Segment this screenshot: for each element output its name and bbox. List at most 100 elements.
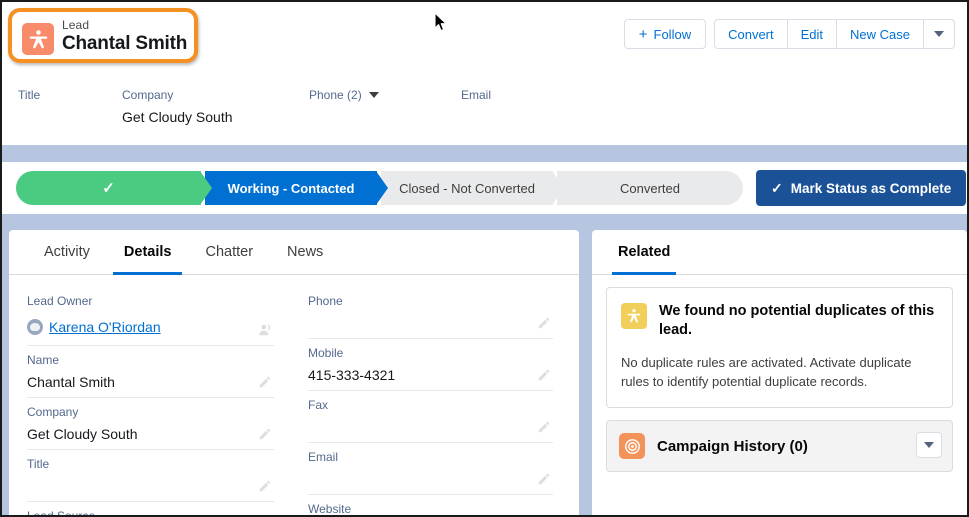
- campaign-history-menu-button[interactable]: [916, 432, 942, 458]
- duplicates-card: We found no potential duplicates of this…: [606, 287, 953, 408]
- sales-path: ✓ Working - Contacted Closed - Not Conve…: [16, 171, 747, 205]
- field-name-value: Chantal Smith: [27, 372, 274, 392]
- field-website: Website: [308, 495, 553, 517]
- more-actions-button[interactable]: [924, 19, 955, 49]
- header-button-group: Convert Edit New Case: [714, 19, 955, 49]
- lead-owner-link[interactable]: Karena O'Riordan: [27, 317, 161, 337]
- related-tab-bar: Related: [592, 230, 967, 275]
- campaign-history-card: Campaign History (0): [606, 420, 953, 472]
- pencil-icon[interactable]: [537, 316, 551, 330]
- field-title: Title: [27, 450, 274, 502]
- field-title-label: Title: [27, 456, 274, 472]
- lead-owner-name: Karena O'Riordan: [49, 317, 161, 337]
- related-panel: Related We found no potential duplicates…: [592, 230, 967, 517]
- duplicates-card-title: We found no potential duplicates of this…: [659, 302, 938, 340]
- field-company: Company Get Cloudy South: [27, 398, 274, 450]
- field-title-value: [27, 476, 274, 496]
- avatar: [27, 319, 43, 335]
- field-lead-owner-value-wrap: Karena O'Riordan: [27, 313, 274, 340]
- field-mobile-value: 415-333-4321: [308, 365, 553, 385]
- header-actions: + Follow Convert Edit New Case: [624, 19, 955, 49]
- compact-field-email: Email: [461, 88, 491, 109]
- compact-field-company-value: Get Cloudy South: [122, 109, 233, 125]
- field-fax-value: [308, 417, 553, 437]
- field-company-label: Company: [27, 404, 274, 420]
- duplicates-card-header: We found no potential duplicates of this…: [621, 302, 938, 340]
- field-phone-value: [308, 313, 553, 333]
- plus-icon: +: [639, 27, 648, 42]
- pencil-icon[interactable]: [537, 472, 551, 486]
- follow-button[interactable]: + Follow: [624, 19, 706, 49]
- field-email-value: [308, 469, 553, 489]
- path-step-completed[interactable]: ✓: [16, 171, 201, 205]
- tab-related[interactable]: Related: [606, 230, 682, 274]
- tab-activity[interactable]: Activity: [27, 230, 107, 274]
- mark-status-complete-label: Mark Status as Complete: [791, 181, 952, 196]
- field-lead-owner: Lead Owner Karena O'Riordan: [27, 287, 274, 346]
- field-mobile-label: Mobile: [308, 345, 553, 361]
- tab-news[interactable]: News: [270, 230, 340, 274]
- check-icon: ✓: [771, 180, 783, 197]
- sales-path-container: ✓ Working - Contacted Closed - Not Conve…: [2, 162, 967, 214]
- record-header: Lead Chantal Smith + Follow Convert Edit…: [2, 2, 967, 145]
- detail-tab-bar: Activity Details Chatter News: [9, 230, 579, 275]
- field-phone: Phone: [308, 287, 553, 339]
- pencil-icon[interactable]: [537, 420, 551, 434]
- compact-field-company-label: Company: [122, 88, 233, 102]
- detail-field-columns: Lead Owner Karena O'Riordan Name Chantal…: [9, 275, 579, 517]
- field-email: Email: [308, 443, 553, 495]
- detail-right-column: Phone Mobile 415-333-4321 Fax: [294, 287, 561, 517]
- compact-field-phone[interactable]: Phone (2): [309, 88, 379, 109]
- field-fax: Fax: [308, 391, 553, 443]
- follow-button-label: Follow: [654, 27, 692, 42]
- related-panel-body: We found no potential duplicates of this…: [592, 275, 967, 472]
- field-website-label: Website: [308, 501, 553, 517]
- field-mobile: Mobile 415-333-4321: [308, 339, 553, 391]
- compact-field-phone-text: Phone (2): [309, 88, 362, 102]
- chevron-down-icon: [924, 442, 934, 448]
- path-step-converted[interactable]: Converted: [557, 171, 743, 205]
- duplicate-lead-icon: [621, 303, 647, 329]
- campaign-target-icon: [619, 433, 645, 459]
- record-title-highlight: Lead Chantal Smith: [8, 8, 198, 63]
- new-case-button[interactable]: New Case: [837, 19, 924, 49]
- chevron-down-icon[interactable]: [369, 92, 379, 98]
- compact-field-title: Title: [18, 88, 40, 109]
- compact-field-phone-label: Phone (2): [309, 88, 379, 102]
- pencil-icon[interactable]: [258, 479, 272, 493]
- pencil-icon[interactable]: [537, 368, 551, 382]
- object-type-label: Lead: [62, 18, 89, 32]
- campaign-history-title[interactable]: Campaign History (0): [657, 438, 808, 455]
- field-fax-label: Fax: [308, 397, 553, 413]
- field-lead-source: Lead Source: [27, 502, 274, 517]
- salesforce-lead-record-page: Lead Chantal Smith + Follow Convert Edit…: [0, 0, 969, 517]
- field-name: Name Chantal Smith: [27, 346, 274, 398]
- path-step-working-contacted[interactable]: Working - Contacted: [205, 171, 377, 205]
- pencil-icon[interactable]: [258, 375, 272, 389]
- lead-person-icon: [22, 23, 54, 55]
- compact-field-company: Company Get Cloudy South: [122, 88, 233, 125]
- field-company-value: Get Cloudy South: [27, 424, 274, 444]
- tab-chatter[interactable]: Chatter: [188, 230, 270, 274]
- page-title: Chantal Smith: [62, 33, 187, 55]
- check-icon: ✓: [102, 179, 115, 197]
- change-owner-icon[interactable]: [258, 323, 272, 337]
- compact-field-title-label: Title: [18, 88, 40, 102]
- record-detail-panel: Activity Details Chatter News Lead Owner…: [9, 230, 579, 517]
- path-step-closed-not-converted[interactable]: Closed - Not Converted: [381, 171, 553, 205]
- compact-field-email-label: Email: [461, 88, 491, 102]
- compact-field-row: Title Company Get Cloudy South Phone (2)…: [2, 80, 967, 142]
- field-email-label: Email: [308, 449, 553, 465]
- chevron-down-icon: [934, 31, 944, 37]
- edit-button[interactable]: Edit: [788, 19, 837, 49]
- field-name-label: Name: [27, 352, 274, 368]
- header-top-row: Lead Chantal Smith + Follow Convert Edit…: [2, 2, 967, 72]
- pencil-icon[interactable]: [258, 427, 272, 441]
- convert-button[interactable]: Convert: [714, 19, 788, 49]
- tab-details[interactable]: Details: [107, 230, 189, 274]
- field-phone-label: Phone: [308, 293, 553, 309]
- field-lead-source-label: Lead Source: [27, 508, 274, 517]
- detail-left-column: Lead Owner Karena O'Riordan Name Chantal…: [27, 287, 294, 517]
- duplicates-card-description: No duplicate rules are activated. Activa…: [621, 353, 938, 391]
- mark-status-complete-button[interactable]: ✓ Mark Status as Complete: [756, 170, 966, 206]
